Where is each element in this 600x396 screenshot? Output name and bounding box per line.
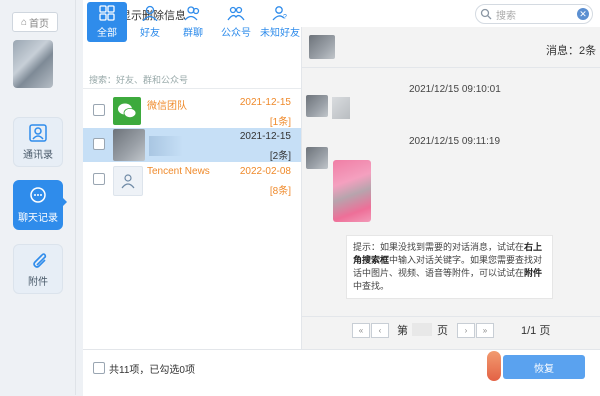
conversation-name: Tencent News bbox=[147, 166, 210, 177]
rail-item-attachments[interactable]: 附件 bbox=[13, 244, 63, 294]
list-search-input[interactable]: 搜索：好友、群和公众号 bbox=[89, 73, 188, 86]
account-avatar bbox=[13, 40, 53, 88]
wechat-team-avatar bbox=[113, 97, 141, 125]
page-status: 1/1 页 bbox=[521, 325, 551, 337]
official-account-icon bbox=[227, 6, 245, 21]
conversation-count: [8条] bbox=[269, 186, 291, 197]
conversation-count: [2条] bbox=[269, 151, 291, 162]
group-icon bbox=[184, 6, 200, 21]
rail-item-label: 通讯录 bbox=[23, 149, 53, 161]
blurred-message bbox=[332, 97, 350, 119]
conversation-name: 微信团队 bbox=[147, 101, 187, 112]
conversation-row[interactable]: 2021-12-15 [2条] bbox=[83, 128, 301, 162]
wechat-logo-icon bbox=[118, 103, 137, 118]
prev-page-button[interactable]: ‹ bbox=[371, 323, 389, 338]
rail-item-contacts[interactable]: 通讯录 bbox=[13, 117, 63, 167]
contact-avatar bbox=[113, 129, 145, 161]
rail-item-label: 附件 bbox=[28, 276, 48, 288]
chat-bubble-icon bbox=[30, 186, 46, 203]
tab-label: 群聊 bbox=[183, 28, 203, 39]
tab-all[interactable]: 全部 bbox=[87, 2, 127, 42]
conversation-row[interactable]: Tencent News 2022-02-08 [8条] bbox=[83, 163, 301, 197]
conversation-date: 2021-12-15 bbox=[239, 97, 291, 108]
watermark-logo bbox=[487, 351, 501, 381]
hint-emphasis-attachments: 附件 bbox=[524, 268, 543, 278]
conversation-row[interactable]: 微信团队 2021-12-15 [1条] bbox=[83, 94, 301, 128]
tab-label: 公众号 bbox=[221, 28, 251, 39]
select-all-checkbox[interactable] bbox=[93, 362, 105, 374]
grid-icon bbox=[99, 5, 115, 21]
page-suffix: 页 bbox=[437, 325, 448, 337]
page-prefix: 第 bbox=[397, 325, 408, 337]
divider bbox=[83, 88, 301, 89]
first-page-button[interactable]: « bbox=[352, 323, 370, 338]
tab-official-accounts[interactable]: 公众号 bbox=[216, 2, 256, 42]
svg-text:?: ? bbox=[283, 14, 287, 21]
tab-label: 全部 bbox=[97, 28, 117, 39]
last-page-button[interactable]: » bbox=[476, 323, 494, 338]
conversation-date: 2022-02-08 bbox=[239, 166, 291, 177]
active-indicator bbox=[61, 196, 67, 208]
search-icon bbox=[480, 8, 492, 20]
unknown-friend-icon: ? bbox=[272, 6, 287, 21]
rail-item-label: 聊天记录 bbox=[18, 212, 58, 224]
person-icon bbox=[142, 5, 158, 21]
tab-label: 未知好友 bbox=[260, 28, 300, 39]
tab-label: 好友 bbox=[140, 28, 160, 39]
sender-avatar bbox=[306, 147, 328, 169]
tencent-news-avatar bbox=[113, 166, 143, 196]
home-label: 首页 bbox=[29, 18, 50, 30]
row-checkbox[interactable] bbox=[93, 173, 105, 185]
person-icon bbox=[121, 174, 135, 189]
selection-summary: 共11项，已勾选0项 bbox=[109, 365, 195, 376]
next-page-button[interactable]: › bbox=[457, 323, 475, 338]
clear-search-icon[interactable]: ✕ bbox=[577, 8, 589, 20]
conversation-count: [1条] bbox=[269, 117, 291, 128]
home-button[interactable]: ⌂ 首页 bbox=[12, 12, 58, 32]
paperclip-icon bbox=[33, 252, 47, 268]
row-checkbox[interactable] bbox=[93, 104, 105, 116]
image-message[interactable] bbox=[333, 160, 371, 222]
conversation-date: 2021-12-15 bbox=[239, 131, 291, 142]
home-icon: ⌂ bbox=[20, 16, 28, 28]
sender-avatar bbox=[306, 95, 328, 117]
search-box[interactable]: 搜索 ✕ bbox=[475, 4, 593, 24]
rail-item-chat-history[interactable]: 聊天记录 bbox=[13, 180, 63, 230]
restore-button[interactable]: 恢复 bbox=[503, 355, 585, 379]
hint-box: 提示：如果没找到需要的对话消息，试试在右上角搜索框中输入对话关键字。如果您需要查… bbox=[346, 235, 553, 299]
chat-contact-avatar bbox=[309, 35, 335, 59]
message-count: 消息：2条 bbox=[546, 45, 597, 57]
blurred-name bbox=[149, 136, 183, 156]
message-timestamp: 2021/12/15 09:11:19 bbox=[409, 136, 501, 147]
tab-unknown-friends[interactable]: ? 未知好友 bbox=[259, 2, 301, 42]
search-input[interactable]: 搜索 bbox=[496, 7, 577, 22]
tab-friends[interactable]: 好友 bbox=[130, 2, 170, 42]
message-timestamp: 2021/12/15 09:10:01 bbox=[409, 84, 501, 95]
hint-text: 提示：如果没找到需要的对话消息，试试在 bbox=[353, 242, 525, 252]
tab-group-chats[interactable]: 群聊 bbox=[173, 2, 213, 42]
pagination-bar bbox=[302, 316, 600, 345]
row-checkbox[interactable] bbox=[93, 138, 105, 150]
hint-text: 中查找。 bbox=[353, 281, 390, 291]
page-number-input[interactable] bbox=[412, 323, 432, 336]
contacts-icon bbox=[29, 123, 47, 142]
